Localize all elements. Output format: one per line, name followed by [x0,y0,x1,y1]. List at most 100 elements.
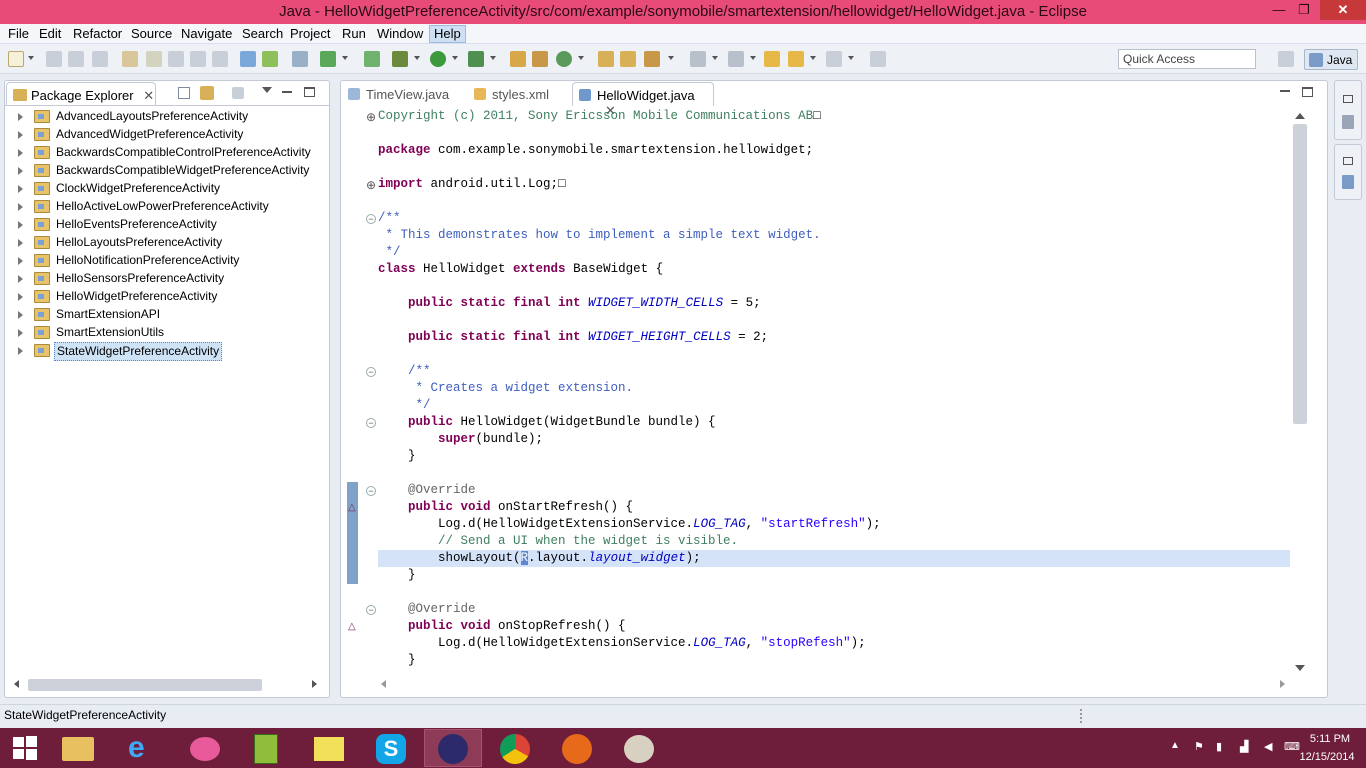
chevron-down-icon[interactable] [262,87,272,93]
menu-source[interactable]: Source [127,25,176,43]
chevron-down-icon[interactable] [810,56,816,62]
expand-arrow-icon[interactable] [18,257,23,265]
open-perspective-icon[interactable] [1278,51,1294,67]
scroll-right-icon[interactable] [312,680,317,688]
menu-refactor[interactable]: Refactor [69,25,126,43]
close-icon[interactable]: ✕ [143,88,154,103]
taskbar-skype[interactable]: S [362,729,420,767]
scroll-up-icon[interactable] [1295,113,1305,119]
quick-access-input[interactable]: Quick Access [1118,49,1256,69]
maximize-editor-icon[interactable] [1302,87,1313,97]
view-menu-icon[interactable] [232,87,244,99]
expand-arrow-icon[interactable] [18,203,23,211]
scrollbar-thumb[interactable] [28,679,262,691]
menu-run[interactable]: Run [338,25,370,43]
tab-package-explorer[interactable]: Package Explorer ✕ [6,82,156,106]
run-icon[interactable] [430,51,446,67]
outline-icon[interactable] [1342,175,1354,189]
download-icon[interactable] [240,51,256,67]
clock-date[interactable]: 12/15/2014 [1292,751,1362,763]
menu-project[interactable]: Project [286,25,334,43]
menu-window[interactable]: Window [373,25,427,43]
close-button[interactable]: ✕ [1320,0,1366,20]
taskbar-firefox[interactable] [548,729,606,767]
pin-editor-icon[interactable] [870,51,886,67]
volume-icon[interactable]: ◀ [1264,740,1276,754]
menu-help[interactable]: Help [429,25,466,43]
forward-icon[interactable] [826,51,842,67]
prev-edit-icon[interactable] [728,51,744,67]
link-with-editor-icon[interactable] [200,86,214,100]
save-icon[interactable] [46,51,62,67]
block-selection-icon[interactable] [190,51,206,67]
collapse-fold-icon[interactable]: − [366,367,376,377]
code-editor[interactable]: Copyright (c) 2011, Sony Ericsson Mobile… [378,108,1290,674]
show-hidden-icons-icon[interactable]: ▲ [1170,740,1182,754]
scroll-down-icon[interactable] [1295,665,1305,671]
collapse-fold-icon[interactable]: − [366,486,376,496]
new-class-icon[interactable] [556,51,572,67]
chevron-down-icon[interactable] [750,56,756,62]
restore-icon[interactable] [1343,95,1353,103]
scroll-right-icon[interactable] [1280,680,1285,688]
collapse-fold-icon[interactable]: − [366,418,376,428]
network-icon[interactable]: ▟ [1240,740,1252,754]
minimize-view-icon[interactable] [282,91,292,93]
chevron-down-icon[interactable] [28,56,34,62]
menu-edit[interactable]: Edit [35,25,65,43]
expand-fold-icon[interactable]: ⊕ [366,111,376,123]
validate-icon[interactable] [320,51,336,67]
collapse-fold-icon[interactable]: − [366,214,376,224]
taskbar-chrome[interactable] [486,729,544,767]
open-task-icon[interactable] [620,51,636,67]
collapse-all-icon[interactable] [178,87,190,99]
android-lint-icon[interactable] [364,51,380,67]
edit-icon[interactable] [146,51,162,67]
new-icon[interactable] [8,51,24,67]
maximize-view-icon[interactable] [304,87,315,97]
tab-hellowidget-java[interactable]: HelloWidget.java ✕ [572,82,714,118]
tab-styles-xml[interactable]: styles.xml [468,82,568,106]
task-list-icon[interactable] [1342,115,1354,129]
scroll-left-icon[interactable] [381,680,386,688]
maximize-button[interactable]: ❐ [1290,0,1318,20]
android-sdk-icon[interactable] [262,51,278,67]
next-annotation-icon[interactable] [168,51,184,67]
chevron-down-icon[interactable] [668,56,674,62]
taskbar-ie[interactable]: e [114,729,172,767]
taskbar-sticky-notes[interactable] [300,729,358,767]
action-center-icon[interactable]: ⚑ [1194,740,1206,754]
back-icon[interactable] [788,51,804,67]
expand-fold-icon[interactable]: ⊕ [366,179,376,191]
open-type-icon[interactable] [598,51,614,67]
scroll-left-icon[interactable] [14,680,19,688]
taskbar-explorer[interactable] [50,729,108,767]
new-package-icon[interactable] [532,51,548,67]
print-icon[interactable] [92,51,108,67]
back-arrow-icon[interactable] [764,51,780,67]
menu-navigate[interactable]: Navigate [177,25,236,43]
chevron-down-icon[interactable] [452,56,458,62]
chevron-down-icon[interactable] [342,56,348,62]
clock-time[interactable]: 5:11 PM [1302,733,1358,745]
start-button[interactable] [12,735,38,761]
expand-arrow-icon[interactable] [18,239,23,247]
save-all-icon[interactable] [68,51,84,67]
expand-arrow-icon[interactable] [18,131,23,139]
expand-arrow-icon[interactable] [18,293,23,301]
chevron-down-icon[interactable] [490,56,496,62]
chevron-down-icon[interactable] [712,56,718,62]
battery-icon[interactable]: ▮ [1216,740,1228,754]
tab-timeview-java[interactable]: TimeView.java [342,82,464,106]
expand-arrow-icon[interactable] [18,329,23,337]
menu-file[interactable]: File [4,25,33,43]
taskbar-paint-palette[interactable] [610,729,668,767]
expand-arrow-icon[interactable] [18,275,23,283]
perspective-java-button[interactable]: Java [1304,49,1358,70]
vertical-scrollbar-thumb[interactable] [1293,124,1307,424]
minimize-editor-icon[interactable] [1280,90,1290,92]
restore-icon[interactable] [1343,157,1353,165]
chevron-down-icon[interactable] [848,56,854,62]
menu-search[interactable]: Search [238,25,287,43]
chevron-down-icon[interactable] [578,56,584,62]
